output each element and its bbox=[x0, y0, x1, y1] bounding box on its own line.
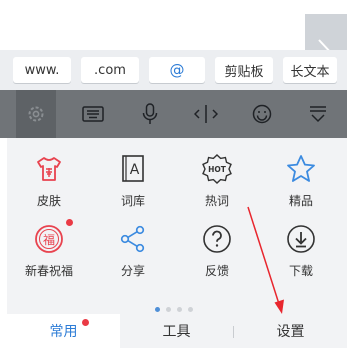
emoji-toolbar-button[interactable] bbox=[242, 90, 282, 138]
grid-label: 精品 bbox=[288, 194, 313, 208]
new-badge-dot bbox=[66, 219, 73, 226]
lexicon-book-icon: A bbox=[122, 155, 144, 182]
page-dot bbox=[188, 307, 193, 312]
grid-label: 反馈 bbox=[204, 264, 229, 278]
hide-keyboard-toolbar-button[interactable] bbox=[298, 90, 338, 138]
share-icon bbox=[120, 225, 145, 253]
tab-common[interactable]: 常用 bbox=[7, 314, 120, 348]
keyboard-toolbar-button[interactable] bbox=[73, 90, 113, 138]
shortcut-row: www. .com @ 剪贴板 长文本 bbox=[0, 50, 347, 90]
cursor-toolbar-button[interactable] bbox=[186, 90, 226, 138]
tab-tools-label: 工具 bbox=[162, 324, 191, 340]
grid-label: 皮肤 bbox=[36, 194, 61, 208]
function-panel: 皮肤 A 词库 HOT 热词 精品 福 新春祝福 分享 反馈 下载 常用 工具 … bbox=[7, 138, 347, 348]
tab-settings-label: 设置 bbox=[276, 324, 305, 340]
tab-common-badge-dot bbox=[82, 319, 89, 326]
cursor-icon bbox=[194, 105, 218, 123]
fu-blessing-icon: 福 bbox=[35, 225, 63, 253]
shortcut-clipboard[interactable]: 剪贴板 bbox=[215, 57, 273, 83]
page-dot bbox=[177, 307, 182, 312]
skin-tshirt-icon bbox=[37, 157, 61, 181]
lexicon-letter: A bbox=[130, 162, 140, 178]
tab-settings[interactable]: 设置 bbox=[234, 314, 347, 348]
question-icon bbox=[203, 225, 231, 253]
shortcut-www[interactable]: www. bbox=[13, 57, 71, 83]
top-blank-area bbox=[0, 0, 347, 50]
star-icon bbox=[287, 155, 315, 182]
grid-label: 新春祝福 bbox=[24, 264, 73, 278]
settings-icon bbox=[28, 106, 44, 122]
page-dot bbox=[166, 307, 171, 312]
grid-label: 分享 bbox=[120, 264, 145, 278]
hot-badge-text: HOT bbox=[208, 165, 227, 174]
bottom-tab-bar: 常用 工具 设置 bbox=[7, 314, 347, 348]
grid-item-lexicon[interactable]: A 词库 bbox=[101, 152, 165, 209]
grid-item-skin[interactable]: 皮肤 bbox=[17, 152, 81, 209]
grid-item-feedback[interactable]: 反馈 bbox=[185, 222, 249, 279]
grid-item-download[interactable]: 下载 bbox=[269, 222, 333, 279]
page-dot-active bbox=[155, 307, 160, 312]
settings-toolbar-button[interactable] bbox=[16, 90, 56, 138]
grid-item-hot-words[interactable]: HOT 热词 bbox=[185, 152, 249, 209]
shortcut-at[interactable]: @ bbox=[149, 57, 205, 83]
keyboard-icon bbox=[82, 106, 104, 122]
shortcut-com[interactable]: .com bbox=[81, 57, 139, 83]
tab-tools[interactable]: 工具 bbox=[120, 314, 233, 348]
grid-label: 热词 bbox=[204, 194, 229, 208]
hot-badge-icon: HOT bbox=[202, 154, 232, 184]
grid-label: 下载 bbox=[288, 264, 313, 278]
grid-item-featured[interactable]: 精品 bbox=[269, 152, 333, 209]
shortcut-long-text[interactable]: 长文本 bbox=[283, 57, 337, 83]
tab-common-label: 常用 bbox=[49, 324, 78, 340]
download-icon bbox=[287, 225, 315, 253]
keyboard-toolbar bbox=[0, 90, 347, 138]
microphone-icon bbox=[142, 103, 158, 124]
fu-character: 福 bbox=[43, 232, 55, 247]
grid-item-greetings[interactable]: 福 新春祝福 bbox=[17, 219, 81, 279]
page-indicator bbox=[155, 307, 193, 312]
hide-keyboard-icon bbox=[310, 106, 326, 123]
grid-label: 词库 bbox=[120, 194, 145, 208]
emoji-icon bbox=[252, 104, 272, 124]
grid-item-share[interactable]: 分享 bbox=[101, 222, 165, 279]
voice-toolbar-button[interactable] bbox=[130, 90, 170, 138]
